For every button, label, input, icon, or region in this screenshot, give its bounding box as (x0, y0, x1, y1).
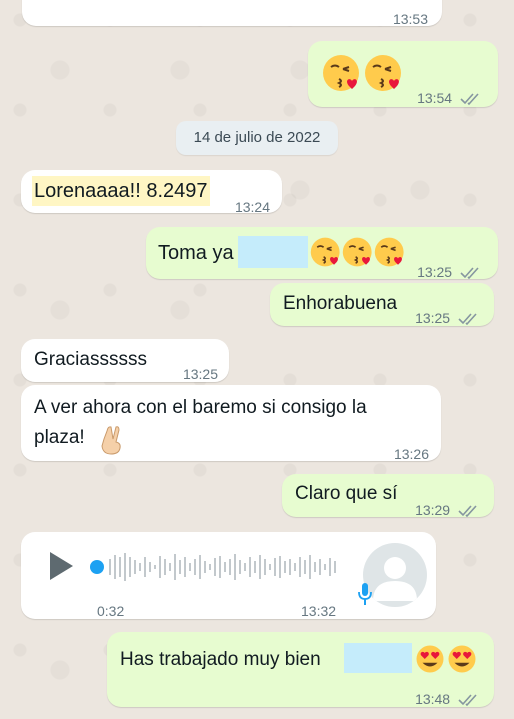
redacted-block (344, 643, 412, 673)
message-time-with-ticks: 13:48 (415, 684, 480, 714)
message-time-with-ticks: 13:29 (415, 495, 480, 525)
message-time-with-ticks: 13:54 (417, 83, 482, 113)
double-check-icon (460, 93, 479, 106)
default-avatar-icon (373, 557, 417, 601)
double-check-icon (458, 505, 477, 518)
voice-waveform[interactable] (87, 547, 347, 587)
message-bubble-incoming[interactable]: 13:53 (22, 0, 442, 27)
message-bubble-incoming[interactable]: A ver ahora con el baremo si consigo la … (21, 385, 441, 462)
voice-message-bubble[interactable]: 0:32 13:32 (21, 532, 436, 619)
message-time: 13:53 (392, 11, 428, 27)
message-text: Toma ya (158, 242, 234, 264)
message-text: Claro que sí (295, 483, 398, 504)
message-bubble-incoming[interactable]: Lorenaaaa!! 8.2497 13:24 (21, 170, 282, 215)
message-time: 13:26 (393, 446, 429, 462)
play-icon[interactable] (47, 550, 75, 582)
message-text: Has trabajado muy bien (120, 649, 321, 670)
message-time: 13:24 (234, 199, 270, 215)
crossed-fingers-emoji (101, 426, 121, 455)
message-text-line: A ver ahora con el baremo si consigo la (34, 397, 367, 418)
message-bubble-outgoing[interactable]: Enhorabuena 13:25 (270, 283, 494, 326)
message-text: Enhorabuena (283, 293, 398, 314)
kiss-heart-emoji (323, 55, 359, 91)
double-check-icon (458, 313, 477, 326)
message-time: 13:32 (301, 603, 337, 619)
message-bubble-incoming[interactable]: Graciassssss 13:25 (21, 339, 229, 382)
avatar[interactable] (363, 543, 427, 607)
kiss-heart-emoji (342, 237, 372, 267)
heart-eyes-emoji (416, 645, 444, 673)
double-check-icon (458, 694, 477, 707)
message-bubble-outgoing[interactable]: Claro que sí 13:29 (282, 474, 494, 518)
heart-eyes-emoji (448, 645, 476, 673)
message-bubble-outgoing[interactable]: Has trabajado muy bien 13:48 (107, 632, 494, 707)
redacted-block (238, 236, 308, 268)
microphone-icon (358, 583, 372, 605)
message-text: Graciassssss (34, 349, 147, 370)
date-separator: 14 de julio de 2022 (176, 121, 338, 155)
message-time-with-ticks: 13:25 (415, 303, 480, 333)
kiss-heart-emoji (365, 55, 401, 91)
kiss-heart-emoji (310, 237, 340, 267)
kiss-heart-emoji (374, 237, 404, 267)
message-bubble-outgoing[interactable]: Toma ya 13:25 (146, 227, 498, 280)
message-text: Lorenaaaa!! 8.2497 (32, 176, 210, 206)
double-check-icon (460, 267, 479, 280)
message-text-line: plaza! (34, 427, 85, 448)
message-bubble-outgoing[interactable]: 13:54 (308, 41, 498, 107)
voice-duration: 0:32 (97, 603, 125, 619)
